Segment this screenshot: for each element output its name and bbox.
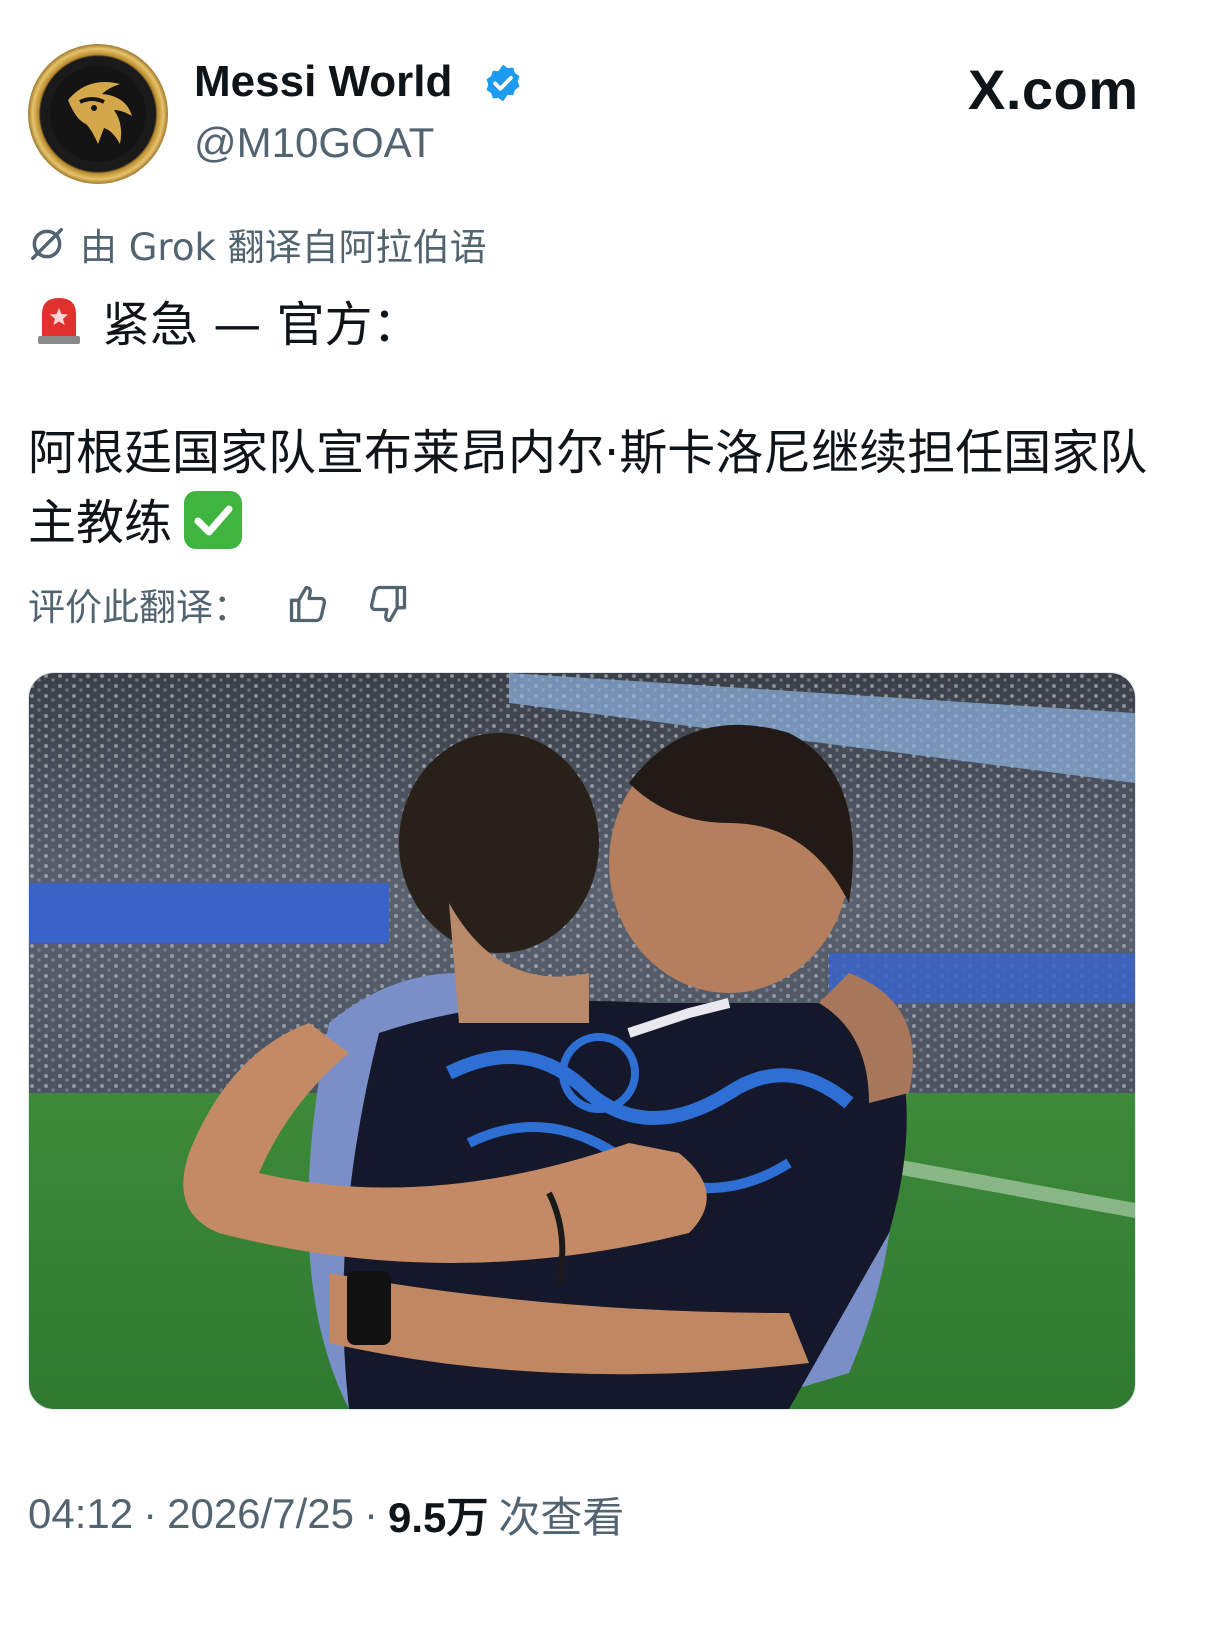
verified-badge-icon: [486, 64, 520, 102]
embrace-photo: [29, 673, 1135, 1409]
check-mark-icon: [184, 491, 243, 549]
avatar[interactable]: [28, 44, 168, 184]
post-time[interactable]: 04:12: [28, 1490, 133, 1538]
post-meta: 04:12 · 2026/7/25 · 9.5万 次查看: [28, 1484, 624, 1544]
siren-icon: [38, 298, 80, 344]
thumbs-down-icon[interactable]: [366, 582, 410, 626]
meta-separator: ·: [363, 1490, 378, 1537]
grok-icon: [31, 228, 63, 260]
translation-note-text: 由 Grok 翻译自阿拉伯语: [80, 226, 487, 269]
rate-translation: 评价此翻译：: [28, 578, 250, 630]
post-image[interactable]: [28, 672, 1136, 1410]
goat-logo-icon: [50, 66, 146, 162]
brand-label: X.com: [968, 58, 1139, 121]
user-handle[interactable]: @M10GOAT: [194, 118, 434, 168]
post-date[interactable]: 2026/7/25: [167, 1490, 354, 1538]
meta-separator: ·: [143, 1490, 158, 1537]
post-headline: 紧急 — 官方：: [34, 288, 421, 353]
headline-text: 紧急 — 官方：: [102, 297, 421, 353]
view-count-label: 次查看: [498, 1493, 625, 1541]
display-name[interactable]: Messi World: [194, 56, 452, 108]
translation-note[interactable]: 由 Grok 翻译自阿拉伯语: [28, 218, 487, 270]
post-body: 阿根廷国家队宣布莱昂内尔·斯卡洛尼继续担任国家队主教练: [28, 418, 1178, 558]
thumbs-up-icon[interactable]: [286, 582, 330, 626]
view-count: 9.5万: [387, 1493, 489, 1541]
rate-label: 评价此翻译：: [28, 586, 250, 629]
